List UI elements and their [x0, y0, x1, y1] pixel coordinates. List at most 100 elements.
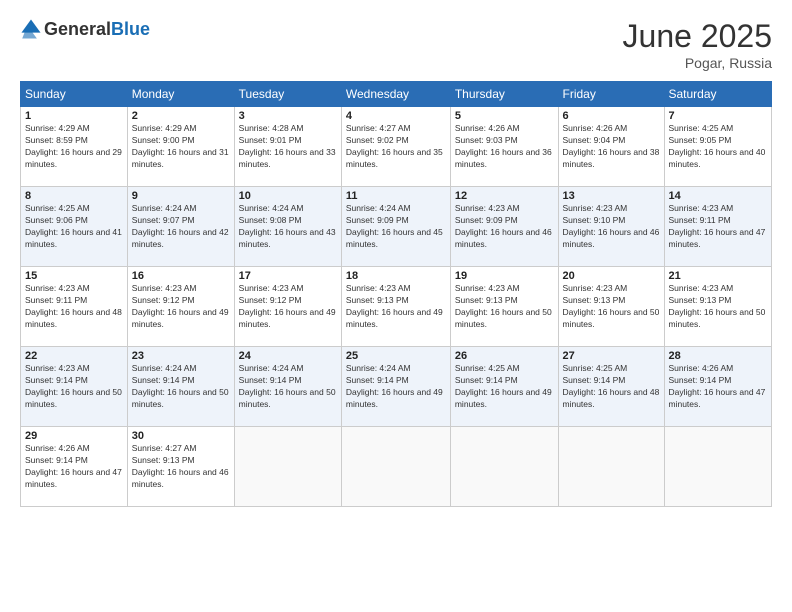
- day-info: Sunrise: 4:23 AMSunset: 9:10 PMDaylight:…: [563, 203, 660, 251]
- calendar-cell: 1 Sunrise: 4:29 AMSunset: 8:59 PMDayligh…: [21, 107, 128, 187]
- day-info: Sunrise: 4:26 AMSunset: 9:14 PMDaylight:…: [25, 443, 123, 491]
- day-number: 30: [132, 430, 230, 442]
- day-info: Sunrise: 4:25 AMSunset: 9:14 PMDaylight:…: [563, 363, 660, 411]
- day-info: Sunrise: 4:23 AMSunset: 9:11 PMDaylight:…: [669, 203, 768, 251]
- logo-text: GeneralBlue: [44, 19, 150, 40]
- day-number: 24: [239, 350, 337, 362]
- col-tuesday: Tuesday: [234, 82, 341, 107]
- col-thursday: Thursday: [450, 82, 558, 107]
- day-info: Sunrise: 4:23 AMSunset: 9:13 PMDaylight:…: [669, 283, 768, 331]
- calendar-cell: 18 Sunrise: 4:23 AMSunset: 9:13 PMDaylig…: [341, 267, 450, 347]
- calendar-week-1: 1 Sunrise: 4:29 AMSunset: 8:59 PMDayligh…: [21, 107, 772, 187]
- day-info: Sunrise: 4:28 AMSunset: 9:01 PMDaylight:…: [239, 123, 337, 171]
- day-info: Sunrise: 4:24 AMSunset: 9:14 PMDaylight:…: [132, 363, 230, 411]
- col-wednesday: Wednesday: [341, 82, 450, 107]
- day-info: Sunrise: 4:23 AMSunset: 9:13 PMDaylight:…: [346, 283, 446, 331]
- calendar-week-2: 8 Sunrise: 4:25 AMSunset: 9:06 PMDayligh…: [21, 187, 772, 267]
- col-saturday: Saturday: [664, 82, 772, 107]
- calendar-cell: 2 Sunrise: 4:29 AMSunset: 9:00 PMDayligh…: [127, 107, 234, 187]
- calendar-cell: 28 Sunrise: 4:26 AMSunset: 9:14 PMDaylig…: [664, 347, 772, 427]
- day-number: 22: [25, 350, 123, 362]
- day-number: 29: [25, 430, 123, 442]
- day-number: 16: [132, 270, 230, 282]
- calendar-cell: [558, 427, 664, 507]
- calendar-cell: 27 Sunrise: 4:25 AMSunset: 9:14 PMDaylig…: [558, 347, 664, 427]
- day-info: Sunrise: 4:25 AMSunset: 9:14 PMDaylight:…: [455, 363, 554, 411]
- calendar-cell: 17 Sunrise: 4:23 AMSunset: 9:12 PMDaylig…: [234, 267, 341, 347]
- calendar-header-row: Sunday Monday Tuesday Wednesday Thursday…: [21, 82, 772, 107]
- calendar-cell: 6 Sunrise: 4:26 AMSunset: 9:04 PMDayligh…: [558, 107, 664, 187]
- day-number: 3: [239, 110, 337, 122]
- day-info: Sunrise: 4:26 AMSunset: 9:03 PMDaylight:…: [455, 123, 554, 171]
- day-number: 7: [669, 110, 768, 122]
- calendar-cell: 19 Sunrise: 4:23 AMSunset: 9:13 PMDaylig…: [450, 267, 558, 347]
- calendar-cell: [234, 427, 341, 507]
- logo: GeneralBlue: [20, 18, 150, 40]
- calendar-cell: 20 Sunrise: 4:23 AMSunset: 9:13 PMDaylig…: [558, 267, 664, 347]
- day-info: Sunrise: 4:23 AMSunset: 9:13 PMDaylight:…: [563, 283, 660, 331]
- calendar-cell: 8 Sunrise: 4:25 AMSunset: 9:06 PMDayligh…: [21, 187, 128, 267]
- day-number: 2: [132, 110, 230, 122]
- calendar-cell: 3 Sunrise: 4:28 AMSunset: 9:01 PMDayligh…: [234, 107, 341, 187]
- day-number: 11: [346, 190, 446, 202]
- day-number: 26: [455, 350, 554, 362]
- calendar-cell: 30 Sunrise: 4:27 AMSunset: 9:13 PMDaylig…: [127, 427, 234, 507]
- day-number: 20: [563, 270, 660, 282]
- day-info: Sunrise: 4:23 AMSunset: 9:14 PMDaylight:…: [25, 363, 123, 411]
- day-info: Sunrise: 4:24 AMSunset: 9:14 PMDaylight:…: [346, 363, 446, 411]
- calendar-cell: 4 Sunrise: 4:27 AMSunset: 9:02 PMDayligh…: [341, 107, 450, 187]
- calendar-cell: 26 Sunrise: 4:25 AMSunset: 9:14 PMDaylig…: [450, 347, 558, 427]
- title-month: June 2025: [623, 18, 772, 55]
- day-number: 10: [239, 190, 337, 202]
- day-info: Sunrise: 4:23 AMSunset: 9:12 PMDaylight:…: [132, 283, 230, 331]
- calendar-cell: 24 Sunrise: 4:24 AMSunset: 9:14 PMDaylig…: [234, 347, 341, 427]
- calendar-cell: 21 Sunrise: 4:23 AMSunset: 9:13 PMDaylig…: [664, 267, 772, 347]
- day-number: 13: [563, 190, 660, 202]
- calendar-cell: 22 Sunrise: 4:23 AMSunset: 9:14 PMDaylig…: [21, 347, 128, 427]
- day-number: 28: [669, 350, 768, 362]
- title-block: June 2025 Pogar, Russia: [623, 18, 772, 71]
- calendar-cell: [450, 427, 558, 507]
- day-number: 12: [455, 190, 554, 202]
- calendar-cell: 13 Sunrise: 4:23 AMSunset: 9:10 PMDaylig…: [558, 187, 664, 267]
- day-info: Sunrise: 4:23 AMSunset: 9:09 PMDaylight:…: [455, 203, 554, 251]
- day-info: Sunrise: 4:25 AMSunset: 9:05 PMDaylight:…: [669, 123, 768, 171]
- calendar-cell: 23 Sunrise: 4:24 AMSunset: 9:14 PMDaylig…: [127, 347, 234, 427]
- col-friday: Friday: [558, 82, 664, 107]
- day-info: Sunrise: 4:26 AMSunset: 9:14 PMDaylight:…: [669, 363, 768, 411]
- day-info: Sunrise: 4:24 AMSunset: 9:08 PMDaylight:…: [239, 203, 337, 251]
- calendar-cell: 12 Sunrise: 4:23 AMSunset: 9:09 PMDaylig…: [450, 187, 558, 267]
- day-info: Sunrise: 4:29 AMSunset: 8:59 PMDaylight:…: [25, 123, 123, 171]
- day-number: 23: [132, 350, 230, 362]
- calendar-cell: 7 Sunrise: 4:25 AMSunset: 9:05 PMDayligh…: [664, 107, 772, 187]
- calendar-cell: 14 Sunrise: 4:23 AMSunset: 9:11 PMDaylig…: [664, 187, 772, 267]
- calendar-cell: 16 Sunrise: 4:23 AMSunset: 9:12 PMDaylig…: [127, 267, 234, 347]
- day-number: 5: [455, 110, 554, 122]
- calendar-week-5: 29 Sunrise: 4:26 AMSunset: 9:14 PMDaylig…: [21, 427, 772, 507]
- calendar-table: Sunday Monday Tuesday Wednesday Thursday…: [20, 81, 772, 507]
- day-number: 21: [669, 270, 768, 282]
- day-number: 17: [239, 270, 337, 282]
- day-number: 9: [132, 190, 230, 202]
- day-number: 27: [563, 350, 660, 362]
- day-info: Sunrise: 4:23 AMSunset: 9:11 PMDaylight:…: [25, 283, 123, 331]
- calendar-week-4: 22 Sunrise: 4:23 AMSunset: 9:14 PMDaylig…: [21, 347, 772, 427]
- day-info: Sunrise: 4:23 AMSunset: 9:13 PMDaylight:…: [455, 283, 554, 331]
- title-location: Pogar, Russia: [623, 55, 772, 71]
- header: GeneralBlue June 2025 Pogar, Russia: [20, 18, 772, 71]
- calendar-cell: [341, 427, 450, 507]
- day-number: 18: [346, 270, 446, 282]
- day-info: Sunrise: 4:24 AMSunset: 9:07 PMDaylight:…: [132, 203, 230, 251]
- day-info: Sunrise: 4:27 AMSunset: 9:02 PMDaylight:…: [346, 123, 446, 171]
- col-sunday: Sunday: [21, 82, 128, 107]
- day-info: Sunrise: 4:23 AMSunset: 9:12 PMDaylight:…: [239, 283, 337, 331]
- calendar-cell: 10 Sunrise: 4:24 AMSunset: 9:08 PMDaylig…: [234, 187, 341, 267]
- day-info: Sunrise: 4:26 AMSunset: 9:04 PMDaylight:…: [563, 123, 660, 171]
- day-number: 4: [346, 110, 446, 122]
- calendar-cell: 9 Sunrise: 4:24 AMSunset: 9:07 PMDayligh…: [127, 187, 234, 267]
- calendar-cell: [664, 427, 772, 507]
- day-number: 15: [25, 270, 123, 282]
- day-info: Sunrise: 4:24 AMSunset: 9:14 PMDaylight:…: [239, 363, 337, 411]
- logo-general: General: [44, 19, 111, 39]
- day-number: 14: [669, 190, 768, 202]
